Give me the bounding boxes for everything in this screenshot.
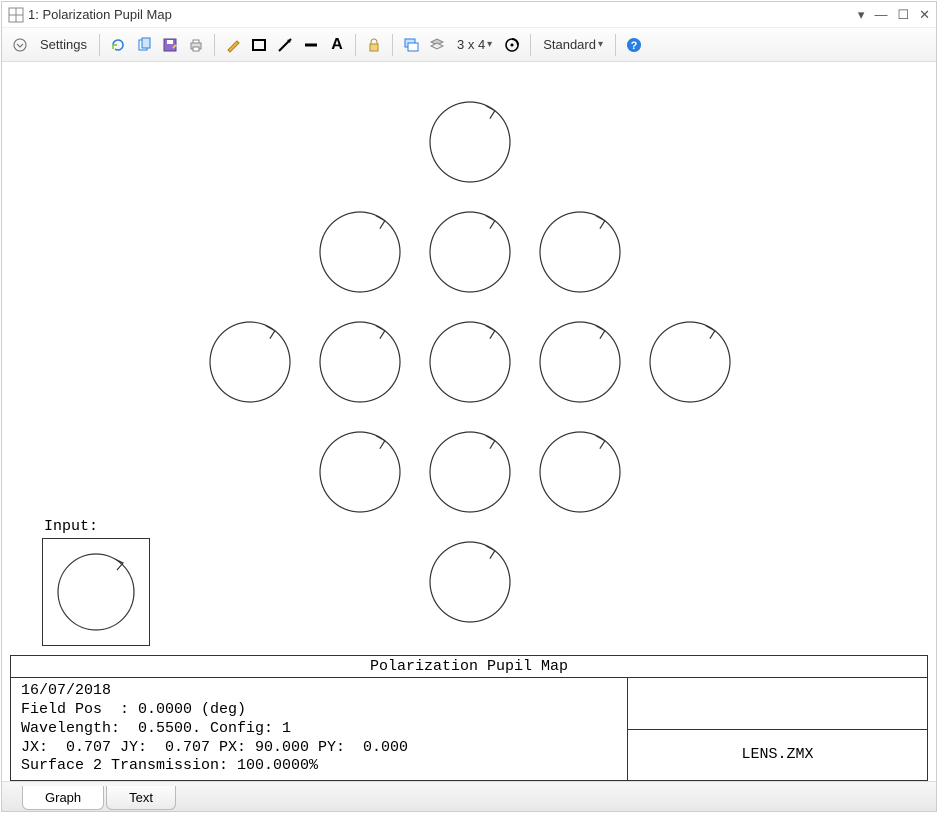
pupil-marker (650, 322, 730, 402)
footer-right-top (628, 678, 927, 729)
chevron-down-icon: ▾ (598, 39, 603, 50)
chevron-down-icon: ▾ (487, 39, 492, 50)
footer-info: 16/07/2018 Field Pos : 0.0000 (deg) Wave… (11, 678, 627, 780)
pupil-marker (430, 542, 510, 622)
input-ellipse-box (42, 538, 150, 646)
pupil-marker (540, 212, 620, 292)
pupil-marker (430, 102, 510, 182)
save-icon[interactable] (158, 33, 182, 57)
input-label: Input: (44, 518, 98, 535)
pencil-icon[interactable] (221, 33, 245, 57)
pupil-marker (430, 212, 510, 292)
window-title: 1: Polarization Pupil Map (28, 7, 858, 22)
text-tool-icon[interactable]: A (325, 33, 349, 57)
dash-tool-icon[interactable] (299, 33, 323, 57)
pupil-marker (320, 432, 400, 512)
pupil-marker (320, 322, 400, 402)
app-icon (8, 7, 24, 23)
rectangle-tool-icon[interactable] (247, 33, 271, 57)
window-list-icon[interactable] (399, 33, 423, 57)
copy-icon[interactable] (132, 33, 156, 57)
lock-icon[interactable] (362, 33, 386, 57)
input-ellipse-icon (43, 539, 149, 645)
footer-panel: Polarization Pupil Map 16/07/2018 Field … (10, 655, 928, 781)
grid-size[interactable]: 3 x 4▾ (451, 33, 498, 57)
footer-right-bottom: LENS.ZMX (628, 730, 927, 780)
standard-dropdown[interactable]: Standard▾ (537, 33, 609, 57)
refresh-icon[interactable] (106, 33, 130, 57)
pupil-marker (430, 322, 510, 402)
minimize-button[interactable]: — (874, 7, 887, 22)
close-button[interactable]: ✕ (919, 7, 930, 23)
pupil-marker (210, 322, 290, 402)
line-tool-icon[interactable] (273, 33, 297, 57)
layers-icon[interactable] (425, 33, 449, 57)
pupil-marker (430, 432, 510, 512)
window: 1: Polarization Pupil Map ▾ — ☐ ✕ Settin… (1, 1, 937, 812)
maximize-button[interactable]: ☐ (897, 7, 909, 23)
dropdown-menu-button[interactable]: ▾ (858, 7, 865, 23)
tab-text[interactable]: Text (106, 786, 176, 810)
plot-area[interactable]: Input: (2, 62, 936, 653)
settings-button[interactable]: Settings (34, 33, 93, 57)
pupil-marker (320, 212, 400, 292)
help-icon[interactable]: ? (622, 33, 646, 57)
titlebar: 1: Polarization Pupil Map ▾ — ☐ ✕ (2, 2, 936, 28)
toolbar: Settings A (2, 28, 936, 62)
expand-settings-button[interactable] (8, 33, 32, 57)
pupil-marker (540, 432, 620, 512)
print-icon[interactable] (184, 33, 208, 57)
tab-graph[interactable]: Graph (22, 786, 104, 810)
svg-text:?: ? (631, 40, 638, 52)
pupil-marker (540, 322, 620, 402)
tab-bar: Graph Text (2, 781, 936, 811)
target-icon[interactable] (500, 33, 524, 57)
